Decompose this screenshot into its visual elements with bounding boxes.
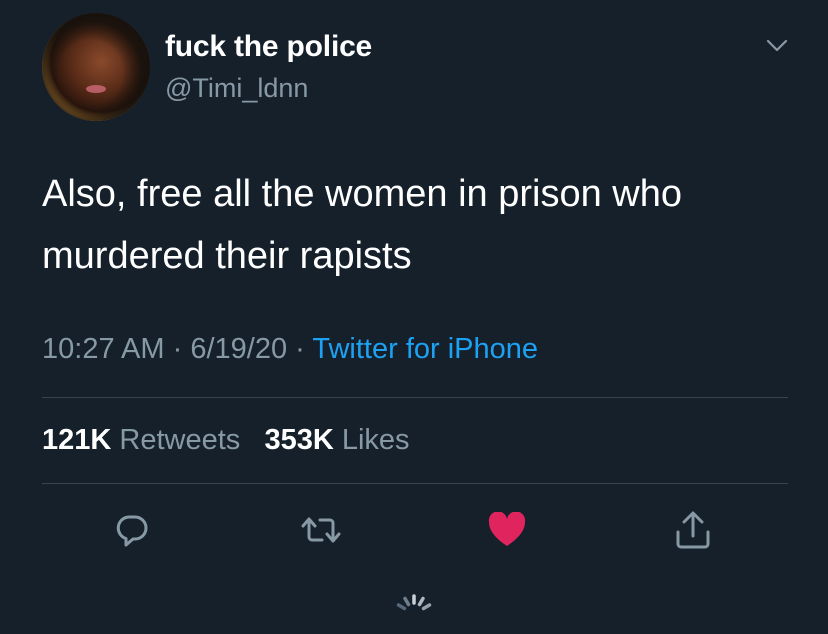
avatar[interactable] [42, 13, 150, 121]
share-button[interactable] [673, 510, 713, 550]
retweets-label: Retweets [119, 424, 241, 456]
likes-count: 353K [264, 424, 334, 456]
likes-stat[interactable]: 353K Likes [264, 424, 409, 456]
heart-icon [488, 512, 526, 546]
tweet-stats: 121K Retweets 353K Likes [42, 424, 410, 457]
meta-separator: · [295, 333, 305, 365]
retweet-icon [301, 517, 341, 543]
loading-spinner-icon [396, 594, 432, 611]
divider [42, 483, 788, 484]
like-button[interactable] [487, 510, 527, 550]
reply-icon [116, 515, 148, 547]
avatar-shade [42, 13, 150, 121]
meta-separator: · [172, 333, 183, 365]
tweet-text: Also, free all the women in prison who m… [42, 173, 682, 277]
retweets-stat[interactable]: 121K Retweets [42, 424, 240, 456]
display-name[interactable]: fuck the police [165, 30, 372, 64]
share-icon [676, 511, 710, 549]
tweet-source-link[interactable]: Twitter for iPhone [312, 333, 538, 365]
divider [42, 397, 788, 398]
likes-label: Likes [341, 424, 410, 456]
chevron-down-icon[interactable] [766, 38, 788, 54]
user-handle[interactable]: @Timi_ldnn [165, 73, 308, 104]
retweets-count: 121K [42, 424, 112, 456]
avatar-detail [86, 85, 106, 93]
reply-button[interactable] [112, 510, 152, 550]
tweet-time: 10:27 AM [42, 333, 165, 365]
tweet-meta: 10:27 AM · 6/19/20 · Twitter for iPhone [42, 333, 538, 366]
tweet-date: 6/19/20 [190, 333, 288, 365]
retweet-button[interactable] [301, 510, 341, 550]
